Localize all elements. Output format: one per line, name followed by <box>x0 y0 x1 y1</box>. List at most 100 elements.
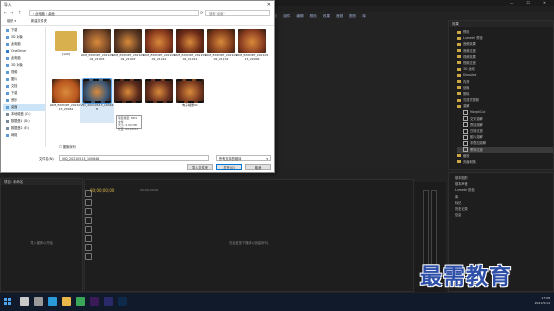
ripple-edit-tool-icon[interactable] <box>85 208 92 215</box>
sidebar-item[interactable]: 此电脑 <box>3 55 45 62</box>
slip-tool-icon[interactable] <box>85 226 92 233</box>
sidebar-item[interactable]: 桌面 <box>3 104 45 111</box>
transition-icon <box>463 128 468 134</box>
file-item[interactable]: VID_20210513_100648 <box>80 78 114 123</box>
workspace-tab[interactable]: 图形 <box>349 13 356 19</box>
sidebar-item[interactable]: 下载 <box>3 27 45 34</box>
back-icon[interactable]: ← <box>4 10 7 15</box>
file-item[interactable]: LRM_EXPORT_20210513_20061 <box>49 79 83 123</box>
effects-item-label: 黑场过渡 <box>470 147 483 152</box>
workspace-tab[interactable]: 组件 <box>283 13 290 19</box>
sidebar-item[interactable]: 数据盘1 (D:) <box>3 118 45 125</box>
filetype-select[interactable]: 所有支持的媒体 ▾ <box>216 155 271 161</box>
folder-icon <box>457 154 461 158</box>
track-select-tool-icon[interactable] <box>85 199 92 206</box>
type-tool-icon[interactable] <box>85 253 92 260</box>
sidebar-item-label: 桌面 <box>11 105 18 109</box>
open-button[interactable]: 打开(O) <box>216 164 242 170</box>
drive-icon <box>6 112 9 116</box>
forward-icon[interactable]: → <box>10 10 13 15</box>
effects-item-label: 叠加溶解 <box>470 122 483 127</box>
workspace-tab[interactable]: 颜色 <box>310 13 317 19</box>
sidebar-item[interactable]: 视频 <box>3 69 45 76</box>
pen-tool-icon[interactable] <box>85 235 92 242</box>
sequence-checkbox[interactable]: ☐ 图像序列 <box>59 144 76 149</box>
sidebar-item[interactable]: 本地磁盘 (C:) <box>3 111 45 118</box>
panel-tab[interactable]: 信息 <box>455 212 553 218</box>
effects-list: 预设 Lumetri 预设 音频效果 音频过渡 视频效果 视频过渡 3D 运动 Dissolv… <box>449 27 553 165</box>
workspace-tab[interactable]: 音频 <box>336 13 343 19</box>
effects-item-label: 视频效果 <box>463 54 476 59</box>
file-item[interactable]: 电子相册01 <box>173 79 207 123</box>
workspace-tab[interactable]: 效果 <box>323 13 330 19</box>
sidebar-item[interactable]: 数据盘2 (E:) <box>3 125 45 132</box>
transition-icon <box>463 116 468 122</box>
effects-item[interactable]: 页面剥落 <box>457 159 553 165</box>
folder-icon <box>457 61 461 65</box>
refresh-icon[interactable]: ⟳ <box>200 10 203 15</box>
project-panel-title[interactable]: 项目: 未命名 <box>1 179 82 185</box>
photoshop-icon[interactable] <box>118 297 127 306</box>
effects-item-label: 白场过渡 <box>470 129 483 133</box>
effects-item-label: Dissolve <box>463 73 477 78</box>
cancel-button[interactable]: 取消 <box>245 164 271 170</box>
sidebar-item[interactable]: 音乐 <box>3 97 45 104</box>
new-folder-button[interactable]: 新建文件夹 <box>31 19 47 23</box>
folder-icon <box>457 49 461 53</box>
file-item[interactable]: LRM_EXPORT_20210502_21003 <box>111 29 145 73</box>
effects-item-label: 3D 运动 <box>463 67 475 72</box>
file-label: LRM_EXPORT_20210513_20061 <box>49 103 83 111</box>
timeline-empty-hint: 在此处放下媒体以创建序列。 <box>229 241 271 245</box>
system-clock[interactable]: 17:08 2021/5/14 <box>535 296 550 306</box>
up-icon[interactable]: ↑ <box>18 10 21 15</box>
start-icon[interactable] <box>4 298 11 305</box>
premiere-icon[interactable] <box>90 297 99 306</box>
media-encoder-icon[interactable] <box>104 297 113 306</box>
organize-button[interactable]: 组织 ▾ <box>7 19 16 23</box>
import-folder-button[interactable]: 导入文件夹 <box>187 164 213 170</box>
file-item[interactable] <box>142 79 176 123</box>
file-item[interactable]: LRM_EXPORT_20210502_21003 <box>80 29 114 73</box>
folder-icon <box>457 55 461 59</box>
sidebar-item[interactable]: 下载 <box>3 90 45 97</box>
filename-input[interactable]: VID_20210513_100648 <box>59 155 209 161</box>
file-explorer-icon[interactable] <box>62 297 71 306</box>
workspace-tab[interactable]: 编辑 <box>296 13 303 19</box>
folder-icon <box>457 42 461 46</box>
file-item[interactable]: [120] <box>49 29 83 73</box>
folder-icon <box>457 36 461 40</box>
sidebar-item[interactable]: OneDrive <box>3 48 45 55</box>
sidebar-item[interactable]: 图片 <box>3 76 45 83</box>
sidebar-item[interactable]: 此电脑 <box>3 41 45 48</box>
timeline-ruler-start: 00;00;00;00 <box>140 188 159 192</box>
effects-item-label: 预设 <box>463 30 470 34</box>
sidebar-item[interactable]: 网络 <box>3 132 45 139</box>
timeline-timecode[interactable]: 00;00;00;00 <box>90 188 114 193</box>
sidebar-item[interactable]: 3D 对象 <box>3 34 45 41</box>
file-label: LRM_EXPORT_20210502_21132 <box>204 53 238 61</box>
search-icon[interactable] <box>20 297 29 306</box>
workspace-tab[interactable]: 库 <box>362 13 366 19</box>
drive-icon <box>6 126 9 130</box>
hand-tool-icon[interactable] <box>85 244 92 251</box>
effects-item-label: 内滑 <box>463 79 470 84</box>
sidebar-item-label: 本地磁盘 (C:) <box>11 112 31 116</box>
sidebar-item[interactable]: 文档 <box>3 83 45 90</box>
address-bar[interactable]: › 此电脑 › 桌面 <box>29 10 199 16</box>
browser-icon[interactable] <box>76 297 85 306</box>
sidebar-item-label: 网络 <box>11 133 18 137</box>
file-label: LRM_EXPORT_20210502_21012 <box>142 53 176 61</box>
task-view-icon[interactable] <box>34 297 43 306</box>
folder-icon <box>457 30 461 34</box>
close-icon[interactable]: ✕ <box>267 1 271 9</box>
file-item[interactable]: LRM_EXPORT_20210513_20006 <box>235 29 269 73</box>
file-item[interactable]: LRM_EXPORT_20210502_21012 <box>142 29 176 73</box>
file-grid: [120] LRM_EXPORT_20210502_21003 LRM_EXPORT… <box>49 29 274 144</box>
razor-tool-icon[interactable] <box>85 217 92 224</box>
sidebar-item-label: 音乐 <box>11 98 18 102</box>
edge-icon[interactable] <box>48 297 57 306</box>
file-item[interactable]: LRM_EXPORT_20210502_21012 <box>173 29 207 73</box>
sidebar-item[interactable]: 3D 对象 <box>3 62 45 69</box>
file-item[interactable]: LRM_EXPORT_20210502_21132 <box>204 29 238 73</box>
search-input[interactable]: 搜索"桌面" <box>205 10 270 16</box>
